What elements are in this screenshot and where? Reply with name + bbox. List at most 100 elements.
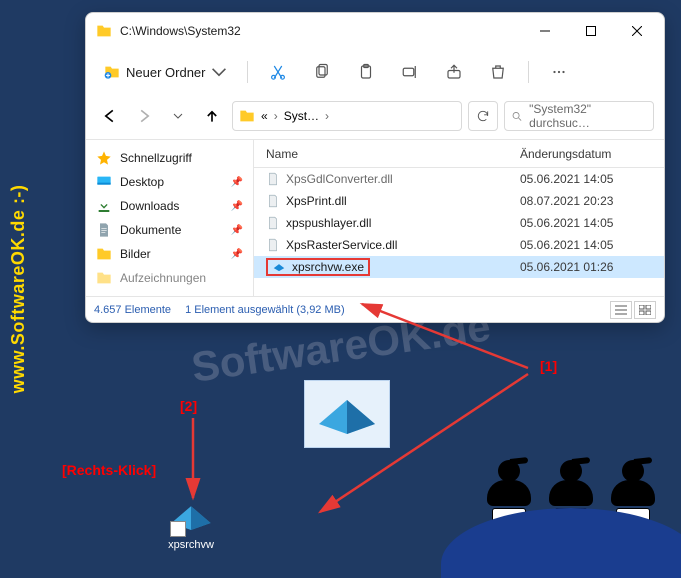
nav-pictures[interactable]: Bilder 📌 [90, 242, 249, 266]
chevron-right-icon: › [274, 109, 278, 123]
pin-icon: 📌 [231, 177, 243, 188]
delete-button[interactable] [478, 56, 518, 88]
pin-icon: 📌 [231, 249, 243, 260]
document-icon [96, 222, 112, 238]
nav-desktop[interactable]: Desktop 📌 [90, 170, 249, 194]
window-controls [522, 13, 660, 49]
file-row[interactable]: XpsGdlConverter.dll 05.06.2021 14:05 [254, 168, 664, 190]
new-folder-label: Neuer Ordner [126, 65, 205, 80]
toolbar-separator [528, 61, 529, 83]
paste-button[interactable] [346, 56, 386, 88]
desktop-shortcut[interactable]: xpsrchvw [156, 495, 226, 551]
status-item-count: 4.657 Elemente [94, 304, 171, 316]
download-icon [96, 198, 112, 214]
breadcrumb-segment[interactable]: Syst… [284, 109, 319, 123]
view-thumbnails-button[interactable] [634, 301, 656, 319]
pin-icon: 📌 [231, 201, 243, 212]
desktop-icon [96, 174, 112, 190]
file-row[interactable]: xpspushlayer.dll 05.06.2021 14:05 [254, 212, 664, 234]
drag-preview-thumbnail [304, 380, 390, 448]
window-titlebar[interactable]: C:\Windows\System32 [86, 13, 664, 49]
new-folder-icon [104, 64, 120, 80]
folder-icon [96, 23, 112, 39]
minimize-button[interactable] [522, 13, 568, 49]
dll-file-icon [266, 194, 280, 208]
pin-icon: 📌 [231, 225, 243, 236]
annotation-label-1: [1] [540, 358, 557, 374]
status-bar: 4.657 Elemente 1 Element ausgewählt (3,9… [86, 296, 664, 322]
navigation-pane: Schnellzugriff Desktop 📌 Downloads 📌 Dokum… [86, 140, 254, 296]
annotation-label-rightclick: [Rechts-Klick] [62, 462, 156, 478]
chevron-down-icon [211, 64, 227, 80]
cut-button[interactable] [258, 56, 298, 88]
file-row-selected[interactable]: xpsrchvw.exe 05.06.2021 01:26 [254, 256, 664, 278]
judges-cartoon: 10 10 10 [421, 438, 681, 578]
folder-icon [239, 108, 255, 124]
nav-downloads[interactable]: Downloads 📌 [90, 194, 249, 218]
file-name: xpsrchvw.exe [292, 260, 364, 274]
file-date: 08.07.2021 20:23 [514, 194, 660, 208]
folder-icon [96, 270, 112, 286]
nav-recordings[interactable]: Aufzeichnungen [90, 266, 249, 290]
annotation-label-2: [2] [180, 398, 197, 414]
status-selection: 1 Element ausgewählt (3,92 MB) [185, 304, 345, 316]
nav-label: Bilder [120, 247, 151, 261]
file-name: XpsGdlConverter.dll [286, 172, 393, 186]
explorer-content: Schnellzugriff Desktop 📌 Downloads 📌 Dokum… [86, 139, 664, 296]
dll-file-icon [266, 238, 280, 252]
search-icon [511, 110, 523, 123]
explorer-toolbar: Neuer Ordner [86, 49, 664, 95]
nav-label: Aufzeichnungen [120, 271, 206, 285]
column-name[interactable]: Name [254, 147, 514, 161]
nav-label: Schnellzugriff [120, 151, 192, 165]
file-name: XpsPrint.dll [286, 194, 347, 208]
toolbar-separator [247, 61, 248, 83]
nav-documents[interactable]: Dokumente 📌 [90, 218, 249, 242]
file-name: xpspushlayer.dll [286, 216, 371, 230]
refresh-button[interactable] [468, 101, 498, 131]
file-list: Name Änderungsdatum XpsGdlConverter.dll … [254, 140, 664, 296]
exe-file-icon [272, 260, 286, 274]
up-button[interactable] [198, 102, 226, 130]
new-folder-button[interactable]: Neuer Ordner [94, 56, 237, 88]
column-headers[interactable]: Name Änderungsdatum [254, 140, 664, 168]
address-row: « › Syst… › "System32" durchsuc… [86, 95, 664, 139]
search-box[interactable]: "System32" durchsuc… [504, 101, 654, 131]
dll-file-icon [266, 216, 280, 230]
pictures-folder-icon [96, 246, 112, 262]
breadcrumb-ellipsis[interactable]: « [261, 109, 268, 123]
back-button[interactable] [96, 102, 124, 130]
file-row[interactable]: XpsPrint.dll 08.07.2021 20:23 [254, 190, 664, 212]
shortcut-label: xpsrchvw [156, 539, 226, 551]
nav-label: Desktop [120, 175, 164, 189]
view-details-button[interactable] [610, 301, 632, 319]
recent-dropdown[interactable] [164, 102, 192, 130]
nav-quick-access[interactable]: Schnellzugriff [90, 146, 249, 170]
judge-table [441, 508, 681, 578]
dll-file-icon [266, 172, 280, 186]
more-button[interactable] [539, 56, 579, 88]
copy-button[interactable] [302, 56, 342, 88]
watermark-left-text: www.SoftwareOK.de :-) [8, 185, 29, 394]
file-name: XpsRasterService.dll [286, 238, 397, 252]
nav-label: Dokumente [120, 223, 181, 237]
file-date: 05.06.2021 14:05 [514, 238, 660, 252]
file-date: 05.06.2021 14:05 [514, 216, 660, 230]
search-placeholder: "System32" durchsuc… [529, 102, 647, 130]
rename-button[interactable] [390, 56, 430, 88]
close-button[interactable] [614, 13, 660, 49]
maximize-button[interactable] [568, 13, 614, 49]
file-row[interactable]: XpsRasterService.dll 05.06.2021 14:05 [254, 234, 664, 256]
share-button[interactable] [434, 56, 474, 88]
file-date: 05.06.2021 01:26 [514, 260, 660, 274]
chevron-right-icon: › [325, 109, 329, 123]
address-bar[interactable]: « › Syst… › [232, 101, 462, 131]
star-icon [96, 150, 112, 166]
file-date: 05.06.2021 14:05 [514, 172, 660, 186]
file-explorer-window: C:\Windows\System32 Neuer Ordner « › [85, 12, 665, 323]
nav-label: Downloads [120, 199, 179, 213]
column-date[interactable]: Änderungsdatum [514, 147, 664, 161]
window-title: C:\Windows\System32 [120, 24, 522, 38]
shortcut-icon [170, 495, 212, 537]
forward-button[interactable] [130, 102, 158, 130]
